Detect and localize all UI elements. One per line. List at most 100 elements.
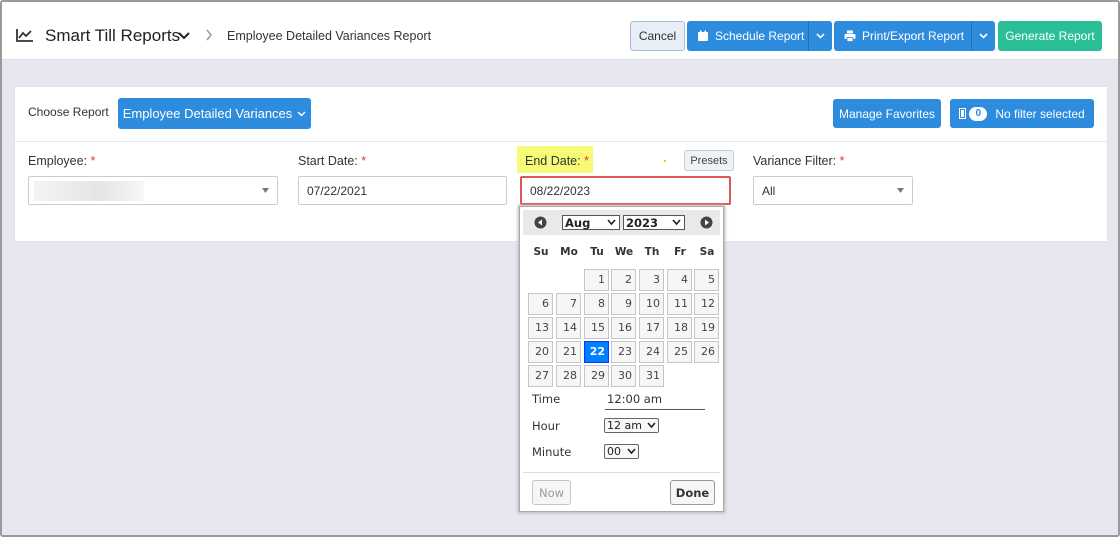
calendar-day[interactable]: 23: [611, 341, 636, 363]
cancel-button[interactable]: Cancel: [630, 21, 685, 51]
employee-label-text: Employee:: [28, 154, 88, 168]
chevron-down-icon: [297, 111, 306, 116]
generate-report-label: Generate Report: [1005, 29, 1095, 43]
chevron-down-icon[interactable]: [178, 31, 190, 41]
calendar-day[interactable]: 4: [667, 269, 692, 291]
calendar-day[interactable]: 11: [667, 293, 692, 315]
print-dropdown-toggle[interactable]: [971, 21, 995, 51]
now-button[interactable]: Now: [532, 480, 571, 505]
calendar-day[interactable]: 6: [528, 293, 553, 315]
calendar-day[interactable]: 28: [556, 365, 581, 387]
print-export-label: Print/Export Report: [862, 29, 965, 43]
calendar-day[interactable]: 19: [694, 317, 719, 339]
start-date-input[interactable]: 07/22/2021: [298, 176, 507, 205]
generate-report-button[interactable]: Generate Report: [998, 21, 1102, 51]
card-divider: [15, 141, 1107, 142]
chevron-right-icon: [206, 29, 212, 41]
calendar-day[interactable]: 30: [611, 365, 636, 387]
datepicker-header: Aug 2023: [523, 210, 720, 235]
weekday-label: Sa: [699, 246, 715, 258]
filter-count-badge: 0: [969, 106, 988, 121]
calendar-day[interactable]: 10: [639, 293, 664, 315]
marker-dot: [664, 160, 666, 162]
calendar-day[interactable]: 12: [694, 293, 719, 315]
prev-month-icon[interactable]: [534, 216, 547, 229]
chevron-down-icon: [672, 219, 681, 226]
employee-select[interactable]: [28, 176, 278, 205]
calendar-day[interactable]: 26: [694, 341, 719, 363]
schedule-report-button[interactable]: Schedule Report: [687, 21, 832, 51]
year-value: 2023: [626, 215, 659, 230]
calendar-day[interactable]: 17: [639, 317, 664, 339]
calendar-day[interactable]: 3: [639, 269, 664, 291]
end-date-value: 08/22/2023: [530, 183, 591, 198]
caret-down-icon: [262, 188, 269, 193]
minute-select[interactable]: 00: [604, 444, 639, 459]
next-month-icon[interactable]: [700, 216, 713, 229]
schedule-report-label: Schedule Report: [715, 29, 805, 43]
manage-favorites-label: Manage Favorites: [838, 106, 936, 121]
datepicker-popup: Aug 2023 Time 12:00 am Hour 12 am Minute…: [519, 206, 724, 512]
calendar-day[interactable]: 13: [528, 317, 553, 339]
presets-button[interactable]: Presets: [684, 150, 734, 171]
report-select-button[interactable]: Employee Detailed Variances: [118, 98, 311, 129]
calendar-day-selected[interactable]: 22: [584, 341, 609, 363]
calendar-day[interactable]: 27: [528, 365, 553, 387]
presets-label: Presets: [690, 154, 728, 167]
calendar-day[interactable]: 14: [556, 317, 581, 339]
calendar-day[interactable]: 25: [667, 341, 692, 363]
filter-status-label: No filter selected: [995, 106, 1085, 121]
chevron-down-icon: [607, 219, 616, 226]
weekday-label: Fr: [674, 246, 686, 258]
print-export-button[interactable]: Print/Export Report: [834, 21, 995, 51]
calendar-day[interactable]: 24: [639, 341, 664, 363]
hour-select[interactable]: 12 am: [604, 418, 659, 433]
month-select[interactable]: Aug: [562, 215, 620, 230]
calendar-day[interactable]: 20: [528, 341, 553, 363]
calendar-day[interactable]: 16: [611, 317, 636, 339]
calendar-day[interactable]: 31: [639, 365, 664, 387]
calendar-day[interactable]: 2: [611, 269, 636, 291]
required-mark: *: [839, 154, 845, 168]
end-date-input[interactable]: 08/22/2023: [520, 176, 731, 205]
manage-favorites-button[interactable]: Manage Favorites: [833, 99, 941, 128]
chevron-down-icon: [816, 33, 825, 39]
minute-value: 00: [607, 445, 621, 458]
required-mark: *: [361, 154, 367, 168]
start-date-value: 07/22/2021: [307, 183, 368, 198]
calendar-icon: [698, 30, 708, 41]
weekday-label: We: [614, 246, 634, 258]
minute-label: Minute: [532, 445, 572, 459]
chart-line-icon: [16, 29, 33, 42]
variance-filter-label: Variance Filter: *: [753, 154, 845, 168]
calendar-day[interactable]: 7: [556, 293, 581, 315]
done-label: Done: [675, 485, 710, 500]
calendar-day[interactable]: 1: [584, 269, 609, 291]
top-bar: Smart Till Reports Employee Detailed Var…: [2, 2, 1118, 60]
hour-value: 12 am: [607, 419, 642, 432]
weekday-label: Su: [533, 246, 549, 258]
calendar-day[interactable]: 15: [584, 317, 609, 339]
weekday-label: Th: [644, 246, 660, 258]
cancel-button-label: Cancel: [638, 29, 677, 43]
calendar-day[interactable]: 18: [667, 317, 692, 339]
variance-filter-value: All: [762, 183, 776, 198]
app-title[interactable]: Smart Till Reports: [45, 26, 180, 46]
month-value: Aug: [565, 215, 591, 230]
variance-filter-select[interactable]: All: [753, 176, 913, 205]
chevron-down-icon: [647, 422, 656, 429]
done-button[interactable]: Done: [670, 480, 715, 505]
calendar-day[interactable]: 8: [584, 293, 609, 315]
calendar-day[interactable]: 5: [694, 269, 719, 291]
schedule-dropdown-toggle[interactable]: [808, 21, 832, 51]
filter-status-button[interactable]: 0 No filter selected: [950, 99, 1094, 128]
end-date-label: End Date: *: [525, 154, 589, 168]
hour-label: Hour: [532, 419, 560, 433]
calendar-day[interactable]: 21: [556, 341, 581, 363]
calendar-day[interactable]: 9: [611, 293, 636, 315]
app-frame: Smart Till Reports Employee Detailed Var…: [0, 0, 1120, 537]
filter-icon: [959, 108, 967, 119]
year-select[interactable]: 2023: [623, 215, 685, 230]
calendar-day[interactable]: 29: [584, 365, 609, 387]
now-label: Now: [538, 485, 565, 500]
